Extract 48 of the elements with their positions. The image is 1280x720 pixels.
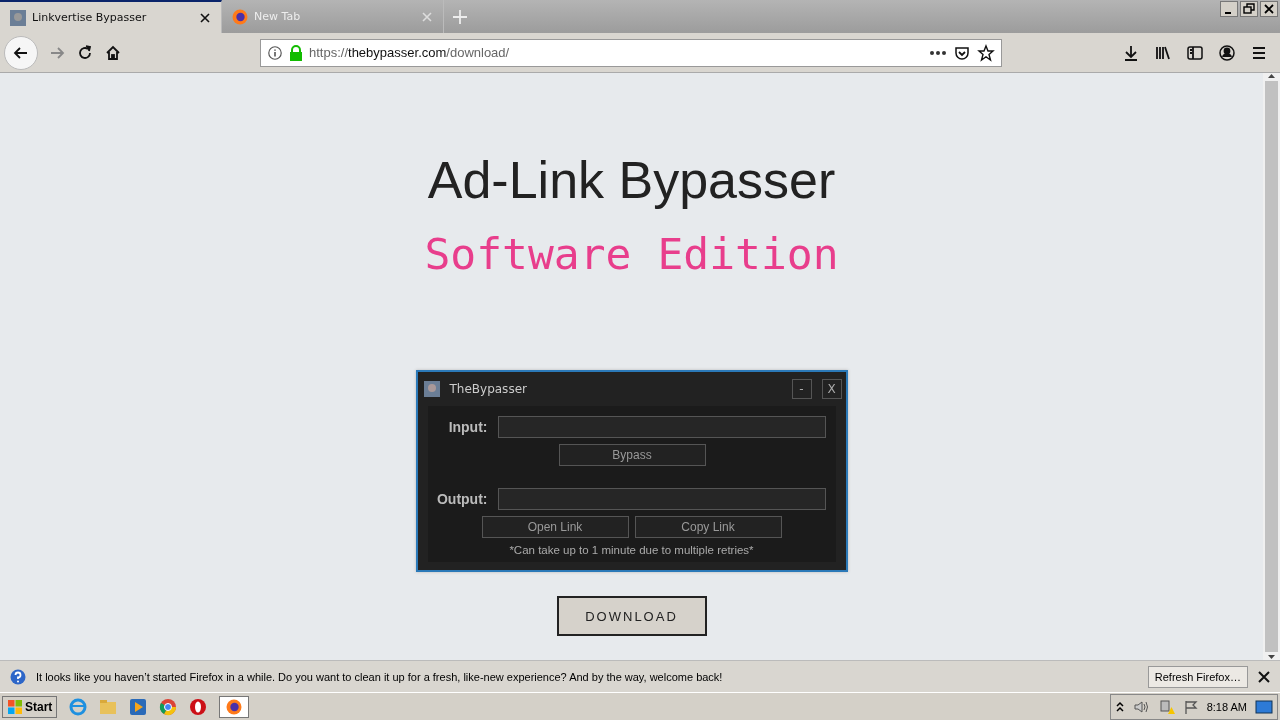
clock[interactable]: 8:18 AM — [1206, 700, 1247, 713]
sidebar-icon[interactable] — [1186, 43, 1204, 62]
avatar-icon — [423, 381, 440, 397]
download-icon[interactable] — [1122, 43, 1140, 62]
close-button[interactable]: X — [821, 379, 842, 399]
question-icon — [10, 668, 26, 685]
page-title: Ad-Link Bypasser — [427, 150, 836, 211]
taskbar-button[interactable] — [219, 695, 250, 718]
input-label: Input: — [447, 419, 488, 435]
refresh-button[interactable]: Refresh Firefox… — [1147, 665, 1248, 688]
reload-icon[interactable] — [76, 43, 94, 62]
notification-message: It looks like you haven’t started Firefox in a while. Do you want to clean it up for a fresh, like-new experience? And by the way, welcome back! — [36, 670, 724, 683]
page-subtitle: Software Edition — [424, 228, 839, 281]
close-icon[interactable] — [1258, 670, 1270, 683]
start-button[interactable]: Start — [2, 695, 58, 718]
url-text: https://thebypasser.com/download/ — [309, 45, 511, 60]
start-logo-icon — [7, 698, 23, 715]
chevron-up-icon[interactable] — [1114, 700, 1125, 713]
home-icon[interactable] — [104, 43, 122, 62]
action-button[interactable]: Copy Link — [634, 516, 782, 538]
close-icon[interactable] — [199, 11, 211, 24]
more-icon[interactable] — [929, 49, 947, 56]
minimize-icon[interactable] — [1220, 1, 1238, 17]
minimize-button[interactable]: - — [791, 379, 812, 399]
note-text: *Can take up to 1 minute due to multiple retries* — [508, 544, 755, 556]
restore-icon[interactable] — [1240, 1, 1258, 17]
bypass-button[interactable]: Bypass — [558, 444, 706, 466]
flag-icon[interactable] — [1182, 698, 1199, 715]
info-icon[interactable] — [267, 44, 283, 61]
input-field[interactable] — [497, 416, 826, 438]
output-field[interactable] — [497, 488, 826, 510]
browser-icon[interactable] — [159, 697, 178, 716]
star-icon[interactable] — [977, 43, 995, 62]
media-player-icon[interactable] — [129, 697, 148, 716]
action-button[interactable]: Open Link — [481, 516, 629, 538]
show-desktop-icon[interactable] — [1255, 698, 1273, 715]
account-icon[interactable] — [1218, 43, 1236, 62]
speaker-icon[interactable] — [1132, 698, 1151, 715]
scrollbar[interactable] — [1263, 73, 1280, 660]
close-icon[interactable] — [1260, 1, 1278, 17]
window-title: TheBypasser — [449, 382, 528, 396]
back-button[interactable] — [4, 35, 38, 70]
address-bar[interactable]: https://thebypasser.com/download/ — [260, 38, 1002, 67]
output-label: Output: — [435, 491, 488, 507]
padlock-icon[interactable] — [289, 44, 303, 61]
avatar-icon — [10, 9, 26, 26]
browser-tab[interactable]: Linkvertise Bypasser — [0, 0, 222, 33]
download-button[interactable]: DOWNLOAD — [556, 596, 707, 636]
